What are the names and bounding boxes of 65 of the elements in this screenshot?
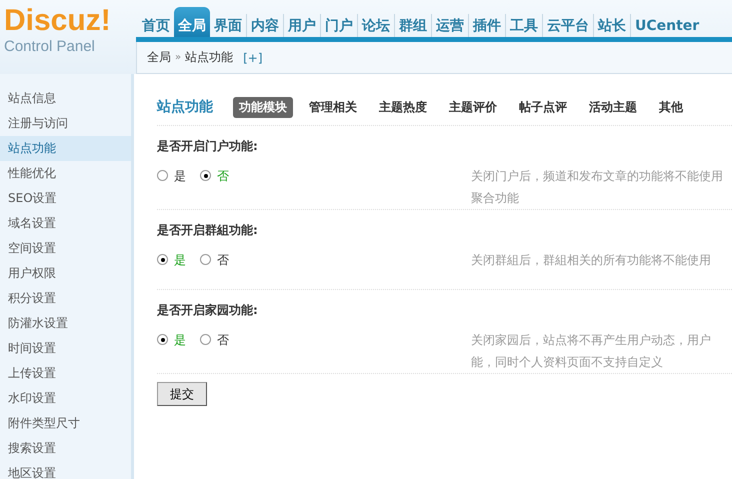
section-tab[interactable]: 帖子点评 bbox=[513, 96, 573, 118]
sidebar-item[interactable]: 空间设置 bbox=[0, 236, 131, 261]
help-text: 关闭家园后，站点将不再产生用户动态，用户 bbox=[471, 332, 711, 349]
sidebar-item[interactable]: 用户权限 bbox=[0, 261, 131, 286]
nav-tab[interactable]: 用户 bbox=[283, 14, 320, 37]
submit-button[interactable]: 提交 bbox=[157, 382, 207, 406]
radio-button[interactable] bbox=[157, 334, 168, 345]
sidebar-item[interactable]: 水印设置 bbox=[0, 386, 131, 411]
nav-tab[interactable]: 内容 bbox=[246, 14, 283, 37]
section-tab[interactable]: 功能模块 bbox=[233, 96, 293, 118]
setting-label: 是否开启门户功能: bbox=[157, 138, 259, 155]
sidebar-item[interactable]: 上传设置 bbox=[0, 361, 131, 386]
sidebar-item[interactable]: 性能优化 bbox=[0, 161, 131, 186]
sidebar-item[interactable]: 站点功能 bbox=[0, 136, 131, 161]
nav-tab[interactable]: 界面 bbox=[210, 14, 246, 37]
nav-tab[interactable]: 门户 bbox=[320, 14, 357, 37]
sidebar-item[interactable]: 域名设置 bbox=[0, 211, 131, 236]
radio-button[interactable] bbox=[200, 334, 211, 345]
help-text: 关闭群組后，群組相关的所有功能将不能使用 bbox=[471, 252, 711, 269]
help-text: 关闭门户后，频道和发布文章的功能将不能使用 bbox=[471, 168, 723, 185]
sidebar-item[interactable]: 时间设置 bbox=[0, 336, 131, 361]
radio-label: 是 bbox=[174, 252, 186, 269]
radio-button[interactable] bbox=[157, 254, 168, 265]
section-tab[interactable]: 主题热度 bbox=[373, 96, 433, 118]
nav-tab[interactable]: 全局 bbox=[174, 7, 210, 37]
setting-label: 是否开启家园功能: bbox=[157, 302, 259, 319]
help-text: 聚合功能 bbox=[471, 190, 520, 207]
sidebar-item[interactable]: 注册与访问 bbox=[0, 111, 131, 136]
sidebar-item[interactable]: 防灌水设置 bbox=[0, 311, 131, 336]
sidebar-item[interactable]: 搜索设置 bbox=[0, 436, 131, 461]
sidebar-item[interactable]: 积分设置 bbox=[0, 286, 131, 311]
nav-tab[interactable]: 工具 bbox=[505, 14, 542, 37]
radio-button[interactable] bbox=[200, 254, 211, 265]
breadcrumb-separator: » bbox=[175, 52, 182, 63]
section-tab[interactable]: 活动主题 bbox=[583, 96, 643, 118]
nav-tab[interactable]: 运营 bbox=[431, 14, 468, 37]
radio-label: 否 bbox=[217, 332, 229, 349]
logo-text: Discuz! bbox=[4, 6, 112, 36]
logo-subtitle: Control Panel bbox=[4, 38, 96, 55]
radio-label: 是 bbox=[174, 332, 186, 349]
nav-tab[interactable]: 群组 bbox=[394, 14, 431, 37]
nav-tab[interactable]: 云平台 bbox=[542, 14, 593, 37]
section-tab[interactable]: 主题评价 bbox=[443, 96, 503, 118]
radio-label: 是 bbox=[174, 168, 186, 185]
nav-tab[interactable]: UCenter bbox=[630, 14, 704, 37]
sidebar-item[interactable]: 站点信息 bbox=[0, 86, 131, 111]
nav-tab[interactable]: 论坛 bbox=[357, 14, 394, 37]
sidebar-item[interactable]: SEO设置 bbox=[0, 186, 131, 211]
nav-tab[interactable]: 站长 bbox=[593, 14, 630, 37]
breadcrumb-item: 全局 bbox=[147, 49, 171, 66]
breadcrumb-item: 站点功能 bbox=[185, 49, 234, 66]
sidebar-item[interactable]: 附件类型尺寸 bbox=[0, 411, 131, 436]
sidebar-item[interactable]: 地区设置 bbox=[0, 461, 131, 479]
radio-label: 否 bbox=[217, 252, 229, 269]
add-shortcut-link[interactable]: [+] bbox=[243, 50, 263, 64]
radio-label: 否 bbox=[217, 168, 229, 185]
setting-label: 是否开启群組功能: bbox=[157, 222, 259, 239]
radio-button[interactable] bbox=[200, 170, 211, 181]
nav-tab[interactable]: 插件 bbox=[468, 14, 505, 37]
radio-button[interactable] bbox=[157, 170, 168, 181]
page-title: 站点功能 bbox=[157, 98, 213, 116]
help-text: 能，同时个人资料页面不支持自定义 bbox=[471, 354, 664, 371]
nav-tab[interactable]: 首页 bbox=[138, 14, 174, 37]
section-tab[interactable]: 其他 bbox=[653, 96, 689, 118]
section-tab[interactable]: 管理相关 bbox=[303, 96, 363, 118]
